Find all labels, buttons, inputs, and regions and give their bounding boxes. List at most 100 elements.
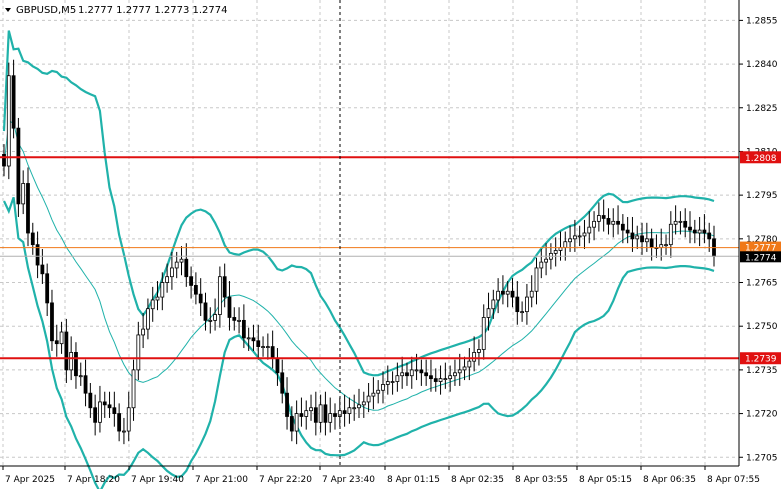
candle-bear [342,410,347,414]
bid-label: 1.2774 [745,253,777,263]
candle-bull [126,407,131,432]
time-tick-label: 8 Apr 07:55 [707,475,760,485]
price-tick-label: 1.2840 [746,60,778,70]
price-chart[interactable]: 1.28551.28401.28251.28101.27951.27801.27… [0,0,781,489]
candle-bull [481,317,486,350]
candle-bear [289,416,294,432]
candle-bull [553,250,558,254]
candle-bear [241,319,246,339]
candle-bear [510,290,515,298]
time-tick-label: 8 Apr 05:15 [579,475,632,485]
candle-bull [309,407,313,412]
candle-bear [323,404,328,423]
candle-bull [131,369,136,409]
candle-bear [333,413,337,417]
candle-bear [54,340,59,345]
candle-bear [184,258,189,278]
candle-bull [146,308,150,330]
price-tick-label: 1.2825 [746,104,778,114]
candle-bull [366,395,371,403]
time-tick-label: 7 Apr 21:00 [195,475,248,485]
price-levels [0,156,739,360]
candle-bull [246,337,251,340]
candle-bull [328,413,333,423]
candle-bull [534,267,539,292]
candle-bear [640,235,644,243]
chart-window[interactable]: 1.28551.28401.28251.28101.27951.27801.27… [0,0,781,489]
candle-bull [496,290,501,301]
candle-bull [150,299,155,310]
candle-bull [217,276,222,315]
candle-bull [448,375,453,380]
candle-bear [313,407,318,423]
time-tick-label: 7 Apr 19:40 [131,475,184,485]
candle-bull [390,381,395,383]
price-tick-label: 1.2765 [746,279,778,289]
candle-bull [467,360,472,368]
price-tick-label: 1.2705 [746,453,778,463]
candle-bear [112,407,117,414]
candle-bull [438,378,443,382]
time-tick-label: 7 Apr 23:40 [322,475,375,485]
candle-bull [453,372,457,377]
candle-bear [193,285,198,295]
candle-bear [50,302,54,342]
candle-bear [189,276,193,286]
candle-bull [179,258,184,263]
candle-bull [664,244,668,247]
candle-bear [232,317,237,321]
candle-bear [83,375,88,394]
candle-bull [141,328,146,336]
candle-bull [525,296,529,313]
candle-bull [294,413,299,432]
candle-bear [222,276,227,298]
time-axis: 7 Apr 2025 7 Apr 18:20 7 Apr 19:40 7 Apr 21… [2,466,760,485]
candle-bear [702,229,707,234]
candle-bull [673,220,678,225]
candle-bear [285,392,289,417]
level-label-support: 1.2739 [745,355,777,365]
candle-bull [568,238,572,243]
candle-bear [515,296,520,313]
candle-bear [620,223,625,231]
candle-bear [692,229,697,234]
candle-bear [433,378,438,382]
candle-bull [644,238,649,243]
time-tick-label: 7 Apr 2025 [5,475,55,485]
candle-bull [414,369,419,372]
price-tick-label: 1.2720 [746,410,778,420]
candle-bull [668,223,673,246]
ohlc-readout: 1.2777 1.2777 1.2773 1.2774 [78,5,228,16]
collapse-triangle-icon[interactable] [5,8,11,12]
candle-bear [74,352,78,377]
candle-bull [318,404,323,423]
candle-bear [616,220,620,225]
candle-bull [59,331,64,345]
candle-bull [347,407,352,414]
candle-bull [21,183,26,205]
candle-bull [529,290,534,298]
candle-bull [357,404,361,409]
candle-bull [165,276,170,283]
candle-bull [491,299,496,310]
price-axis: 1.28551.28401.28251.28101.27951.27801.27… [739,16,778,463]
price-tick-label: 1.2735 [746,366,778,376]
candle-bear [227,296,232,318]
candle-bull [237,319,241,322]
candle-bull [361,401,366,406]
candle-bear [424,372,429,377]
candle-bull [678,220,683,223]
candle-bull [472,352,477,362]
candle-bull [577,235,582,238]
candle-bull [376,389,381,394]
candle-bull [400,372,405,377]
candle-bull [98,401,102,423]
candle-bear [30,232,35,246]
candle-bull [136,334,141,371]
time-tick-label: 7 Apr 18:20 [67,475,120,485]
candle-bull [122,430,126,433]
bollinger-lower [3,196,715,489]
candle-bear [683,220,688,228]
candle-bull [160,282,165,298]
price-tick-label: 1.2795 [746,191,778,201]
